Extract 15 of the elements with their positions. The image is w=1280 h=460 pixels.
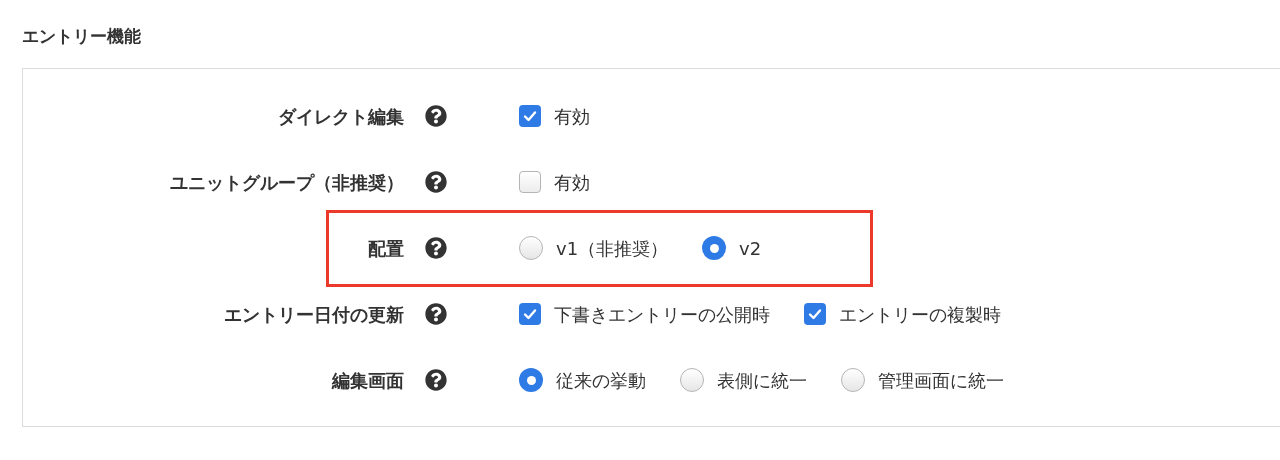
- option-label: エントリーの複製時: [839, 302, 1001, 327]
- section-title: エントリー機能: [22, 26, 141, 46]
- option-label: 管理画面に統一: [878, 368, 1004, 393]
- option-label: 有効: [554, 104, 590, 129]
- option-label: v2: [739, 236, 762, 261]
- option-label: v1（非推奨）: [556, 236, 669, 261]
- setting-label: ユニットグループ（非推奨）: [170, 170, 404, 195]
- setting-label: 編集画面: [332, 368, 404, 393]
- option-label: 有効: [554, 170, 590, 195]
- setting-label: 配置: [368, 236, 404, 261]
- option-label: 従来の挙動: [556, 368, 646, 393]
- setting-label: ダイレクト編集: [278, 104, 404, 129]
- setting-label: エントリー日付の更新: [224, 302, 404, 327]
- option-label: 表側に統一: [717, 368, 807, 393]
- option-label: 下書きエントリーの公開時: [554, 302, 770, 327]
